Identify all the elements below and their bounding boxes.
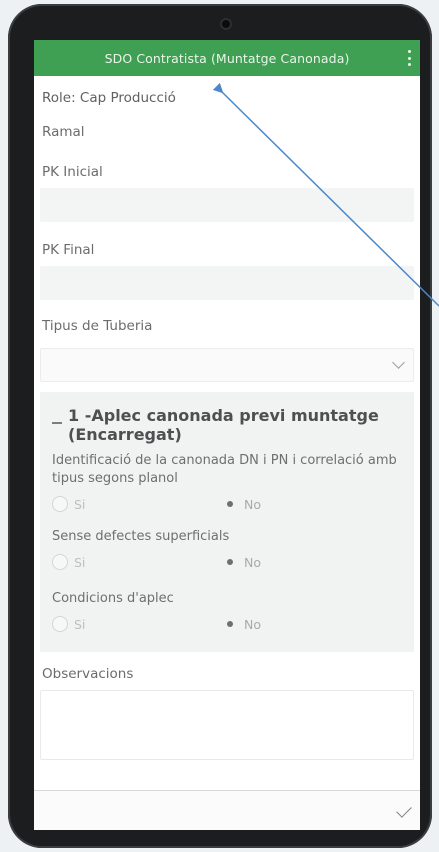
- role-label: Role: Cap Producció: [42, 90, 176, 106]
- radio-no[interactable]: No: [222, 496, 261, 512]
- pk-inicial-label: PK Inicial: [42, 164, 103, 180]
- radio-si-label: Si: [74, 496, 86, 512]
- question-text: Identificació de la canonada DN i PN i c…: [52, 453, 397, 486]
- radio-checked-icon: [222, 616, 238, 632]
- observations-textarea[interactable]: [40, 690, 414, 760]
- app-screen: SDO Contratista (Muntatge Canonada) Role…: [34, 40, 420, 830]
- ramal-label: Ramal: [42, 124, 85, 140]
- kebab-icon[interactable]: [408, 50, 412, 66]
- section-header[interactable]: 1 -Aplec canonada previ muntatge (Encarr…: [52, 406, 404, 444]
- radio-no[interactable]: No: [222, 554, 261, 570]
- section-aplec: 1 -Aplec canonada previ muntatge (Encarr…: [40, 392, 414, 652]
- radio-unchecked-icon: [52, 496, 68, 512]
- phone-frame: SDO Contratista (Muntatge Canonada) Role…: [8, 4, 432, 848]
- radio-checked-icon: [222, 554, 238, 570]
- question-text: Condicions d'aplec: [52, 591, 174, 606]
- app-header: SDO Contratista (Muntatge Canonada): [34, 40, 420, 76]
- pk-final-input[interactable]: [40, 266, 414, 300]
- radio-no-label: No: [244, 554, 261, 570]
- form: Role: Cap Producció Ramal PK Inicial PK …: [34, 76, 420, 382]
- radio-si[interactable]: Si: [52, 616, 222, 632]
- radio-checked-icon: [222, 496, 238, 512]
- radio-no-label: No: [244, 496, 261, 512]
- pk-inicial-input[interactable]: [40, 188, 414, 222]
- section-number: 1: [68, 406, 80, 425]
- observations-block: Observacions: [34, 652, 420, 760]
- radio-si[interactable]: Si: [52, 496, 222, 512]
- section-title: 1 -Aplec canonada previ muntatge (Encarr…: [68, 406, 379, 444]
- app-title: SDO Contratista (Muntatge Canonada): [104, 50, 350, 66]
- radio-unchecked-icon: [52, 616, 68, 632]
- radio-no[interactable]: No: [222, 616, 261, 632]
- radio-unchecked-icon: [52, 554, 68, 570]
- radio-group: Si No: [52, 548, 404, 576]
- radio-no-label: No: [244, 616, 261, 632]
- camera-icon: [220, 18, 232, 30]
- radio-si[interactable]: Si: [52, 554, 222, 570]
- bottom-bar: [34, 790, 420, 830]
- section-title-main: -Aplec canonada previ muntatge: [84, 406, 379, 425]
- question-text: Sense defectes superficials: [52, 529, 230, 544]
- radio-si-label: Si: [74, 616, 86, 632]
- chevron-down-icon: [392, 356, 405, 369]
- pk-final-label: PK Final: [42, 242, 95, 258]
- observations-label: Observacions: [42, 666, 134, 682]
- tipus-tuberia-label: Tipus de Tuberia: [42, 318, 153, 334]
- radio-si-label: Si: [74, 554, 86, 570]
- radio-group: Si No: [52, 610, 404, 638]
- collapse-icon[interactable]: [52, 422, 62, 424]
- tipus-tuberia-select[interactable]: [40, 348, 414, 382]
- check-icon[interactable]: [396, 802, 412, 818]
- section-title-sub: (Encarregat): [68, 425, 182, 444]
- radio-group: Si No: [52, 490, 404, 518]
